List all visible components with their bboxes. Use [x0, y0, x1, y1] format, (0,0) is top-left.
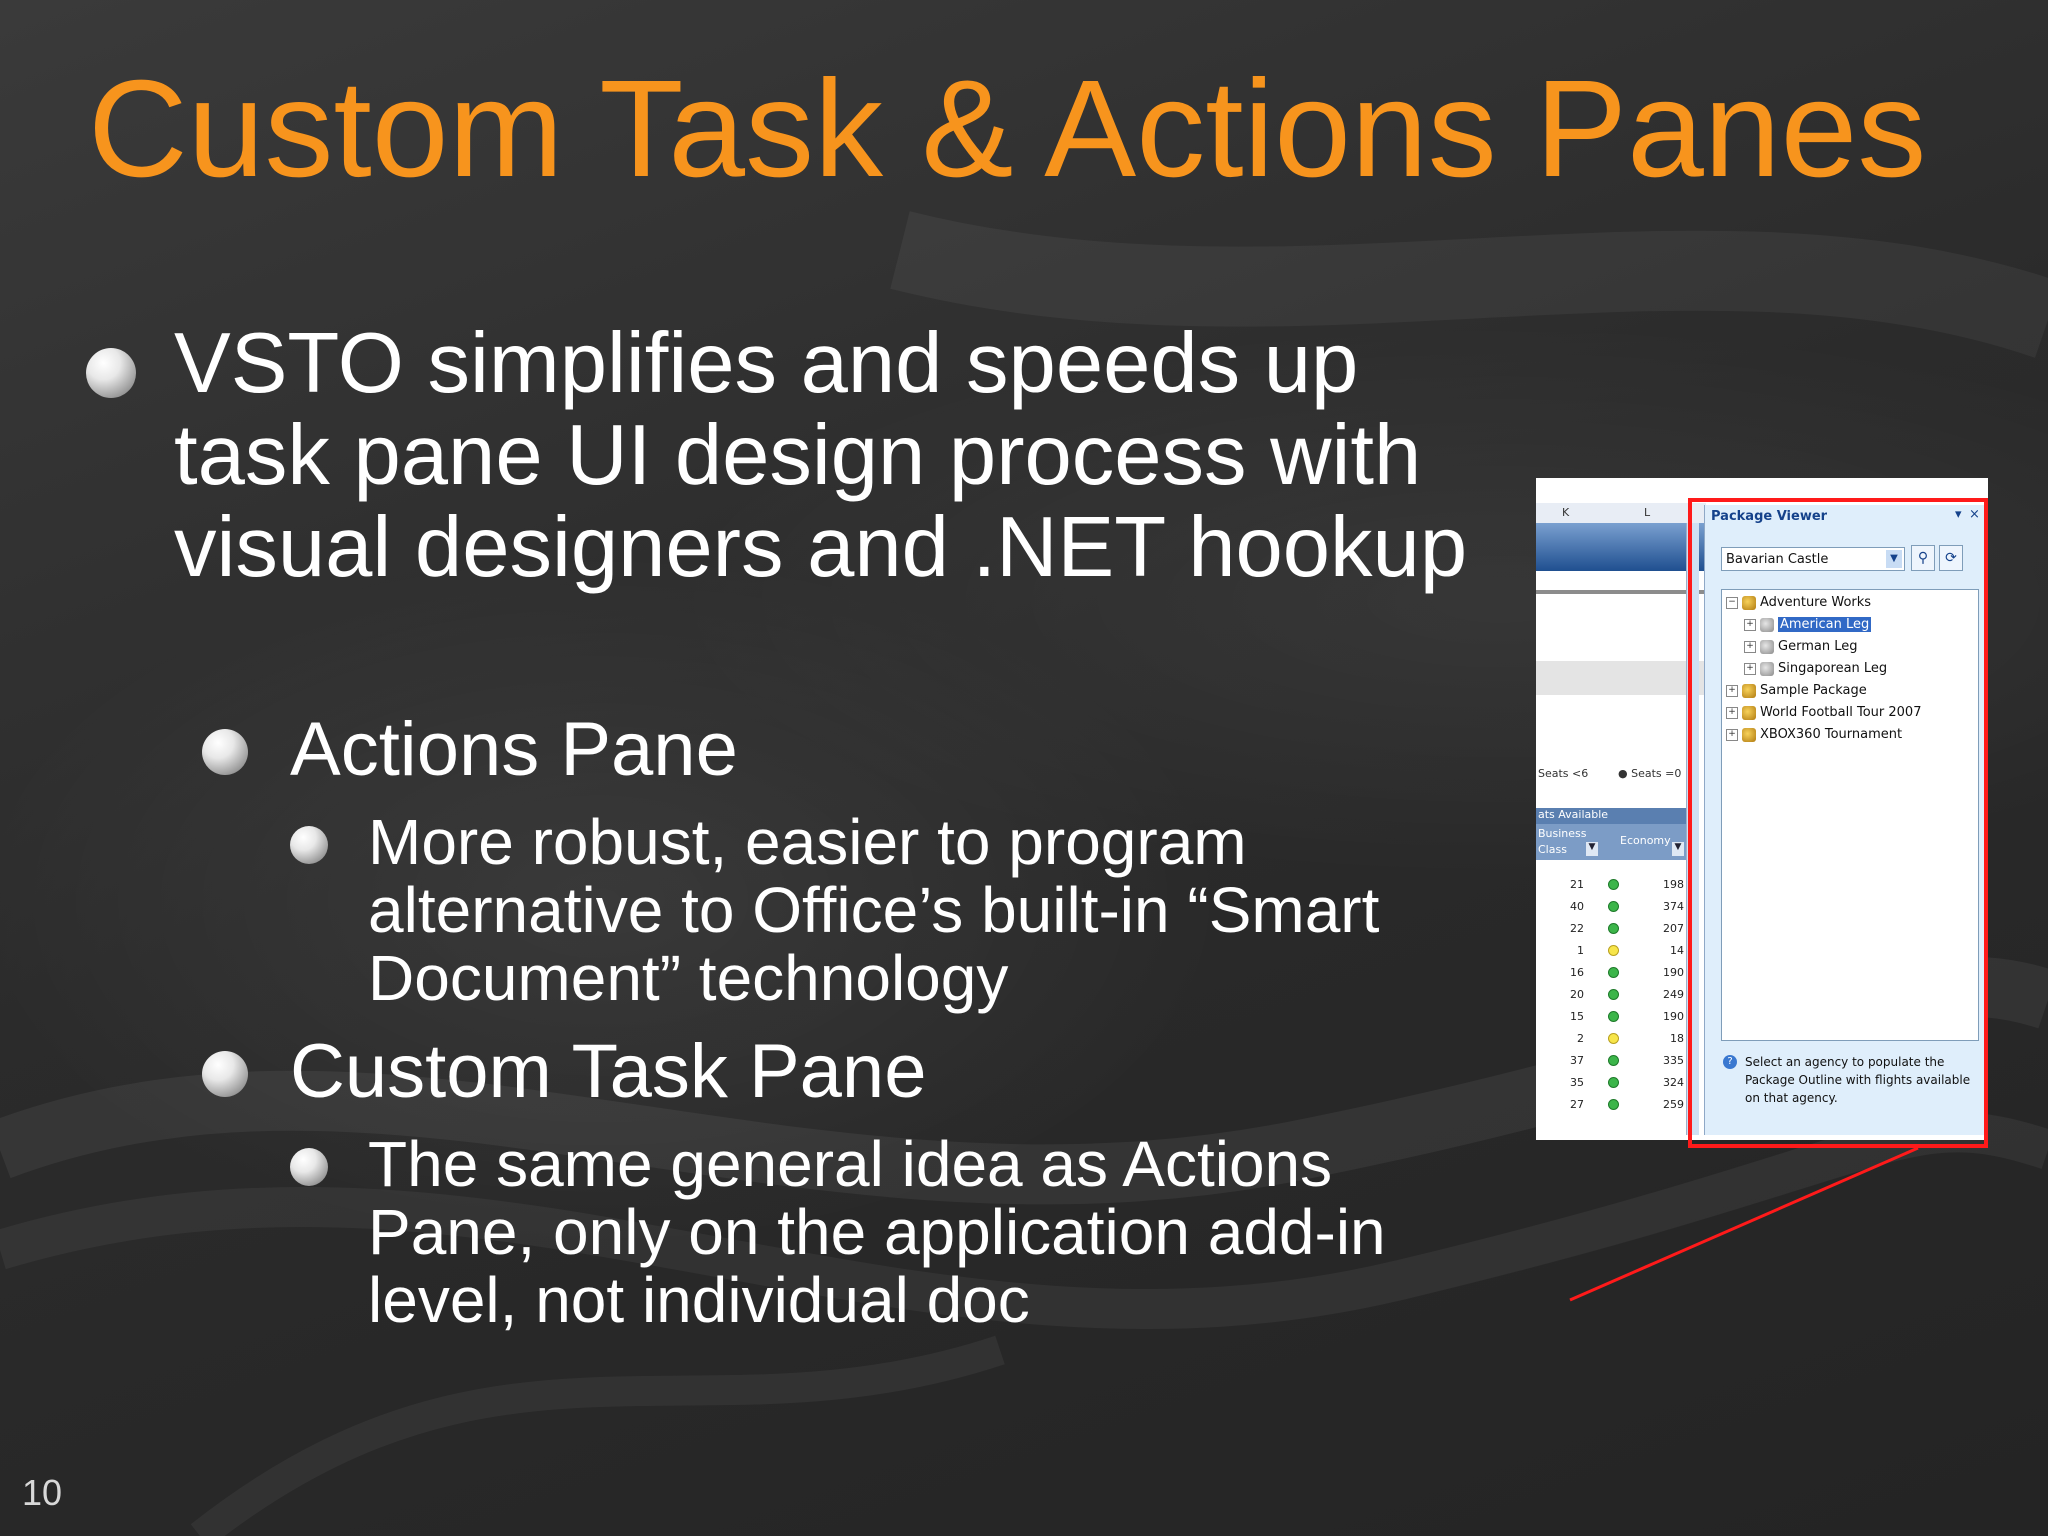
excel-table-title: ats Available: [1536, 808, 1688, 824]
filter-dropdown-icon[interactable]: ▼: [1672, 842, 1684, 856]
table-row: 16 190: [1536, 962, 1686, 984]
bullet-actions-pane: Actions Pane: [202, 705, 738, 795]
status-green-icon: [1608, 989, 1619, 1000]
table-row: 27 259: [1536, 1094, 1686, 1116]
excel-gray-band: [1536, 661, 1706, 695]
slide-title: Custom Task & Actions Panes: [88, 52, 1927, 206]
bullet-ball-icon: [290, 1148, 328, 1186]
table-row: 21 198: [1536, 874, 1686, 896]
slide-number: 10: [22, 1472, 63, 1513]
cell-economy: 259: [1663, 1098, 1684, 1111]
table-row: 1 14: [1536, 940, 1686, 962]
bullet-custom-task-pane-detail-text: The same general idea as Actions Pane, o…: [368, 1128, 1386, 1336]
status-green-icon: [1608, 1011, 1619, 1022]
status-green-icon: [1608, 901, 1619, 912]
cell-economy: 207: [1663, 922, 1684, 935]
cell-business: 21: [1570, 878, 1584, 891]
cell-business: 2: [1577, 1032, 1584, 1045]
cell-business: 20: [1570, 988, 1584, 1001]
table-row: 20 249: [1536, 984, 1686, 1006]
bullet-actions-pane-detail: More robust, easier to program alternati…: [290, 806, 1488, 1014]
table-row: 2 18: [1536, 1028, 1686, 1050]
table-row: 40 374: [1536, 896, 1686, 918]
status-green-icon: [1608, 1099, 1619, 1110]
excel-table-rows: 21 198 40 374 22 207 1 14 16 190 20 249 15 190 …: [1536, 874, 1686, 1116]
excel-column-headers: K L: [1536, 503, 1706, 524]
bullet-ball-icon: [86, 348, 136, 398]
table-row: 15 190: [1536, 1006, 1686, 1028]
table-row: 35 324: [1536, 1072, 1686, 1094]
status-green-icon: [1608, 1077, 1619, 1088]
bullet-ball-icon: [290, 826, 328, 864]
excel-table-colheads: Business Class ▼ Economy ▼: [1536, 824, 1686, 860]
table-row: 37 335: [1536, 1050, 1686, 1072]
bullet-custom-task-pane: Custom Task Pane: [202, 1027, 927, 1117]
cell-economy: 190: [1663, 1010, 1684, 1023]
excel-header-band: [1536, 523, 1706, 571]
table-row: 22 207: [1536, 918, 1686, 940]
bullet-main-text: VSTO simplifies and speeds up task pane …: [174, 316, 1468, 595]
excel-legend-zero-text: Seats =0: [1631, 767, 1682, 780]
status-yellow-icon: [1608, 1033, 1619, 1044]
cell-business: 22: [1570, 922, 1584, 935]
cell-economy: 335: [1663, 1054, 1684, 1067]
excel-col-economy: Economy: [1620, 834, 1671, 847]
cell-economy: 14: [1670, 944, 1684, 957]
cell-economy: 198: [1663, 878, 1684, 891]
cell-economy: 18: [1670, 1032, 1684, 1045]
bullet-custom-task-pane-detail: The same general idea as Actions Pane, o…: [290, 1128, 1488, 1336]
excel-legend-low: Seats <6: [1538, 767, 1589, 780]
cell-economy: 249: [1663, 988, 1684, 1001]
cell-business: 40: [1570, 900, 1584, 913]
status-green-icon: [1608, 879, 1619, 890]
highlight-box: [1688, 498, 1988, 1148]
bullet-actions-pane-text: Actions Pane: [290, 707, 738, 792]
cell-business: 37: [1570, 1054, 1584, 1067]
bullet-ball-icon: [202, 1051, 248, 1097]
bullet-actions-pane-detail-text: More robust, easier to program alternati…: [368, 806, 1380, 1014]
excel-legend-zero: ● Seats =0: [1618, 767, 1682, 780]
cell-business: 27: [1570, 1098, 1584, 1111]
cell-business: 35: [1570, 1076, 1584, 1089]
bullet-custom-task-pane-text: Custom Task Pane: [290, 1029, 927, 1114]
bullet-ball-icon: [202, 729, 248, 775]
excel-col-l: L: [1644, 506, 1651, 519]
cell-economy: 324: [1663, 1076, 1684, 1089]
cell-economy: 190: [1663, 966, 1684, 979]
status-green-icon: [1608, 1055, 1619, 1066]
bullet-main: VSTO simplifies and speeds up task pane …: [86, 316, 1474, 595]
excel-divider: [1536, 590, 1706, 594]
cell-business: 16: [1570, 966, 1584, 979]
filter-dropdown-icon[interactable]: ▼: [1586, 842, 1598, 856]
excel-col-k: K: [1562, 506, 1570, 519]
cell-business: 15: [1570, 1010, 1584, 1023]
status-yellow-icon: [1608, 945, 1619, 956]
cell-business: 1: [1577, 944, 1584, 957]
status-green-icon: [1608, 967, 1619, 978]
cell-economy: 374: [1663, 900, 1684, 913]
status-green-icon: [1608, 923, 1619, 934]
